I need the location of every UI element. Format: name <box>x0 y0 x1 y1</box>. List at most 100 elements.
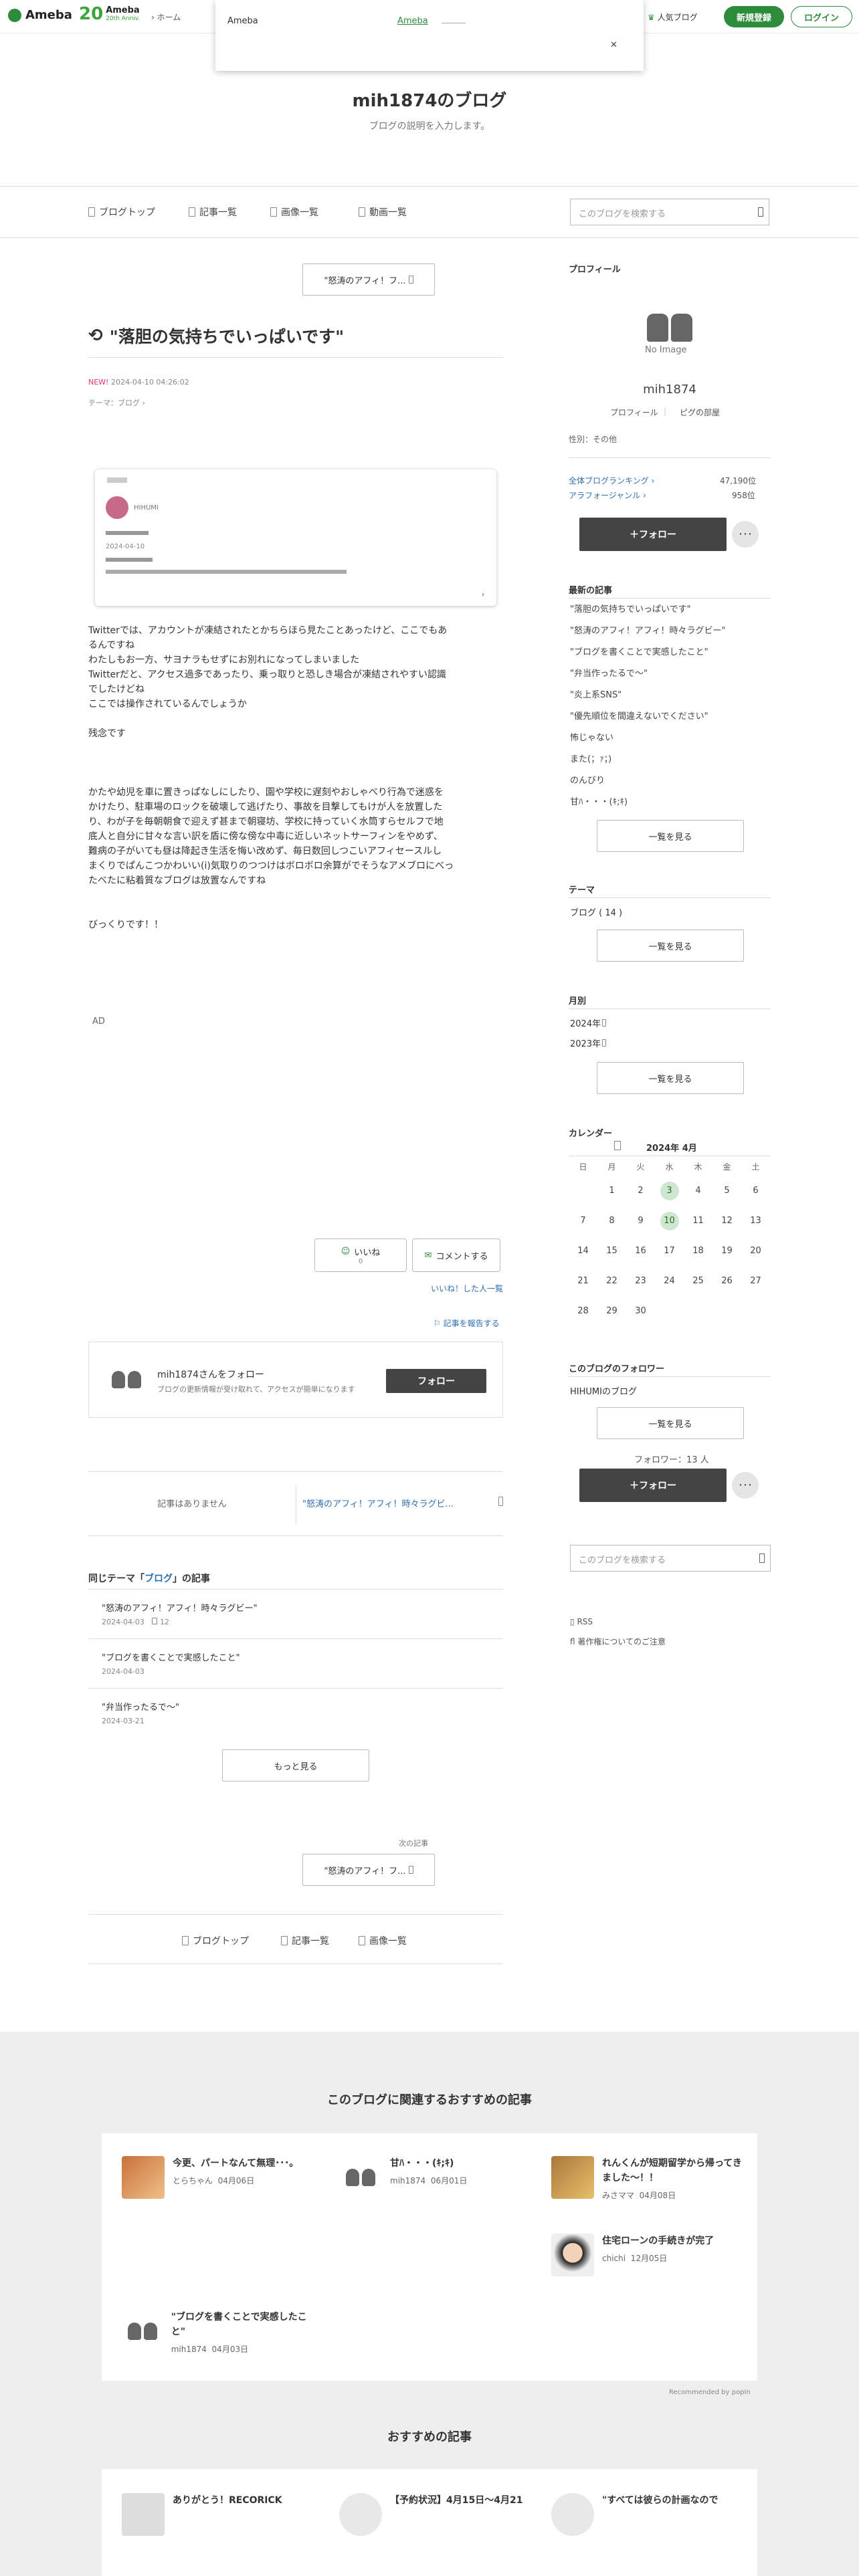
list-item[interactable]: "優先順位を間違えないでください" <box>570 706 771 728</box>
month-item[interactable]: 2024年 <box>570 1016 607 1029</box>
footer-image-list[interactable]: 画像一覧 <box>359 1934 407 1947</box>
month-item[interactable]: 2023年 <box>570 1037 607 1049</box>
monthly-heading: 月別 <box>569 996 587 1006</box>
chevron-icon <box>602 1019 607 1027</box>
sidebar-follow-button[interactable]: ＋フォロー <box>579 518 727 551</box>
calendar-day[interactable]: 3 <box>655 1176 684 1206</box>
next-article-button[interactable]: "怒涛のアフィ！フ... <box>302 1854 435 1886</box>
article-title[interactable]: ⟲ "落胆の気持ちでいっぱいです" <box>88 324 344 348</box>
rec-item[interactable]: ありがとう！RECORICK <box>122 2493 316 2536</box>
sidebar-follow-button-2[interactable]: ＋フォロー <box>579 1469 727 1502</box>
rec-item[interactable]: れんくんが短期留学から帰ってきました〜！！ みさママ 04月08日 <box>551 2156 745 2201</box>
calendar-day: 1 <box>609 1186 615 1196</box>
nav-video-list[interactable]: 動画一覧 <box>359 205 407 219</box>
theme-link[interactable]: ブログ <box>145 1574 173 1584</box>
likers-link[interactable]: いいね！した人一覧 <box>431 1283 503 1294</box>
next-article-link[interactable]: "怒涛のアフィ！アフィ！時々ラグビ... <box>302 1497 503 1509</box>
list-item[interactable]: また(；ｧ；) <box>570 749 771 770</box>
comment-button[interactable]: ✉ コメントする <box>412 1239 500 1272</box>
no-previous-article: 記事はありません <box>157 1499 227 1509</box>
profile-gender: 性別：その他 <box>569 435 617 444</box>
thumbnail <box>551 2156 594 2199</box>
rec-item[interactable]: 住宅ローンの手続きが完了 chichi 12月05日 <box>551 2234 745 2276</box>
popular-blogs-link[interactable]: ♛ 人気ブログ <box>648 11 698 23</box>
copyright-link[interactable]: fl 著作権についてのご注意 <box>570 1636 666 1647</box>
calendar-day <box>712 1296 741 1326</box>
article-body: Twitterでは、アカウントが凍結されたとかちらほら見たことあったけど、ここで… <box>88 625 454 930</box>
nav-blog-top[interactable]: ブログトップ <box>88 205 155 219</box>
theme-item[interactable]: ブログ ( 14 ) <box>570 905 622 918</box>
ranking-all-link[interactable]: 全体ブログランキング › <box>569 475 654 486</box>
blog-search-input[interactable]: このブログを検索する <box>570 199 769 225</box>
signup-button[interactable]: 新規登録 <box>724 6 784 27</box>
list-item[interactable]: "弁当作ったるで〜" 2024-03-21 <box>102 1700 179 1725</box>
follower-count: フォロワー：13 人 <box>634 1455 709 1465</box>
weekday-label: 金 <box>723 1162 731 1172</box>
avatar <box>106 496 128 519</box>
popup-link[interactable]: Ameba <box>397 16 428 26</box>
list-item[interactable]: 怖じゃない <box>570 728 771 749</box>
more-options-icon[interactable]: ･･･ <box>732 521 759 548</box>
followers-list-all-button[interactable]: 一覧を見る <box>597 1407 744 1439</box>
crown-icon: ♛ <box>648 13 655 22</box>
recommendations-heading: このブログに関連するおすすめの記事 <box>327 2093 532 2107</box>
rec-item[interactable]: 今更、パートなんて無理･･･。 とらちゃん 04月06日 <box>122 2156 302 2199</box>
follow-button[interactable]: フォロー <box>386 1369 486 1393</box>
profile-link[interactable]: プロフィール <box>610 407 658 418</box>
chevron-right-icon: › <box>482 591 484 599</box>
calendar-day <box>741 1296 770 1326</box>
follower-item[interactable]: HIHUMIのブログ <box>570 1384 637 1397</box>
frog-icon <box>8 8 21 22</box>
list-item[interactable]: "ブログを書くことで実感したこと" 2024-04-03 <box>102 1650 240 1676</box>
list-item[interactable]: "弁当作ったるで〜" <box>570 663 771 685</box>
home-link[interactable]: › ホーム <box>151 11 181 23</box>
calendar-day: 20 <box>750 1246 761 1256</box>
list-item[interactable]: "ブログを書くことで実感したこと" <box>570 642 771 663</box>
sidebar-search-input[interactable]: このブログを検索する <box>570 1545 771 1572</box>
calendar-prev-icon[interactable] <box>614 1141 621 1150</box>
ameba-logo[interactable]: Ameba <box>8 8 72 22</box>
footer-article-list[interactable]: 記事一覧 <box>281 1934 329 1947</box>
report-link[interactable]: ⚐ 記事を報告する <box>434 1317 500 1329</box>
like-button[interactable]: ☺ いいね 0 <box>314 1239 407 1272</box>
footer-blog-top[interactable]: ブログトップ <box>182 1934 249 1947</box>
list-item[interactable]: "怒涛のアフィ！アフィ！時々ラグビー" <box>570 621 771 642</box>
calendar-day <box>655 1296 684 1326</box>
calendar-day[interactable]: 10 <box>655 1206 684 1236</box>
nav-image-list[interactable]: 画像一覧 <box>270 205 318 219</box>
list-item[interactable]: "怒涛のアフィ！アフィ！時々ラグビー" 2024-04-03 12 <box>102 1601 257 1626</box>
thumbnail <box>551 2493 594 2536</box>
rss-link[interactable]: ▯ RSS <box>570 1617 593 1626</box>
rec-item[interactable]: 【予約状況】4月15日〜4月21 <box>339 2493 533 2536</box>
profile-name[interactable]: mih1874 <box>569 383 771 397</box>
rec-item[interactable]: "すべては彼らの計画なので <box>551 2493 745 2536</box>
ranking-genre-link[interactable]: アラフォージャンル › <box>569 490 646 501</box>
more-options-icon[interactable]: ･･･ <box>732 1472 759 1499</box>
recent-list-all-button[interactable]: 一覧を見る <box>597 820 744 852</box>
embedded-post-card[interactable]: HIHUMI 2024-04-10 › <box>95 469 496 606</box>
rec-item[interactable]: 甘ﾊ・・・(ｷ;ｷ) mih1874 06月01日 <box>339 2156 520 2199</box>
weekday-label: 水 <box>665 1162 674 1172</box>
theme-list-all-button[interactable]: 一覧を見る <box>597 930 744 962</box>
anniversary-logo[interactable]: 20 Ameba 20th Anniv. <box>79 4 140 24</box>
nav-article-list[interactable]: 記事一覧 <box>189 205 237 219</box>
list-item[interactable]: "落胆の気持ちでいっぱいです" <box>570 599 771 621</box>
prev-article-button[interactable]: "怒涛のアフィ！フ... <box>302 263 435 296</box>
list-item[interactable]: "炎上系SNS" <box>570 685 771 706</box>
blog-title[interactable]: mih1874のブログ <box>0 87 859 112</box>
follow-card: mih1874さんをフォロー ブログの更新情報が受け取れて、アクセスが簡単になり… <box>88 1341 503 1418</box>
rec-item[interactable]: "ブログを書くことで実感したこと" mih1874 04月03日 <box>122 2310 316 2355</box>
list-item[interactable]: のんびり <box>570 770 771 792</box>
thumbnail <box>122 2156 165 2199</box>
pig-room-link[interactable]: ピグの部屋 <box>680 407 720 418</box>
article-theme[interactable]: テーマ：ブログ › <box>88 397 145 408</box>
more-button[interactable]: もっと見る <box>222 1749 369 1782</box>
list-item[interactable]: 甘ﾊ・・・(ｷ;ｷ) <box>570 792 771 813</box>
login-button[interactable]: ログイン <box>791 6 852 27</box>
calendar-day: 12 <box>721 1216 733 1226</box>
flag-icon: ⚐ <box>434 1319 441 1328</box>
month-list-all-button[interactable]: 一覧を見る <box>597 1062 744 1094</box>
close-icon[interactable]: ✕ <box>610 40 617 50</box>
calendar-day: 28 <box>577 1306 589 1316</box>
chevron-right-icon <box>408 276 413 284</box>
